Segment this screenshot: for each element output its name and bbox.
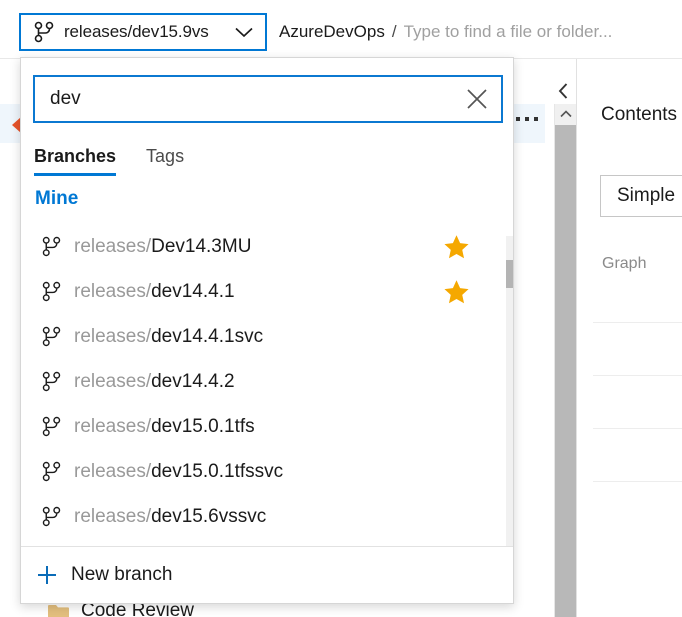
branch-name-match: dev14.4.2 <box>151 370 235 392</box>
branch-list: releases/Dev14.3MU releases/dev14.4.1 rele… <box>22 224 492 560</box>
branch-icon <box>34 21 54 43</box>
list-scroll-thumb[interactable] <box>506 260 513 288</box>
branch-name-prefix: releases/ <box>74 460 152 482</box>
branch-name: releases/dev14.4.1 <box>74 281 492 303</box>
branch-icon <box>42 506 61 527</box>
branch-name-match: dev15.0.1tfssvc <box>151 460 284 482</box>
branch-name: releases/dev14.4.2 <box>74 371 492 393</box>
branch-name-match: dev14.4.1svc <box>151 325 264 347</box>
branch-picker-label: releases/dev15.9vs <box>64 22 209 41</box>
graph-column-label: Graph <box>602 255 647 272</box>
branch-name-match: Dev14.3MU <box>151 235 252 257</box>
chevron-down-icon <box>235 27 253 38</box>
contents-divider <box>593 481 682 482</box>
branch-list-item[interactable]: releases/dev15.6vssvc <box>22 494 492 539</box>
branch-icon <box>42 326 61 347</box>
chevron-up-icon <box>560 110 572 118</box>
branch-list-item[interactable]: releases/dev15.0.1tfs <box>22 404 492 449</box>
contents-divider <box>593 428 682 429</box>
contents-divider <box>593 322 682 323</box>
branch-name: releases/dev14.4.1svc <box>74 326 492 348</box>
pane-divider <box>576 58 577 617</box>
branch-list-item[interactable]: releases/Dev14.3MU <box>22 224 492 269</box>
branch-name: releases/dev15.6vssvc <box>74 506 492 528</box>
row-more-actions-button[interactable] <box>516 117 538 121</box>
clear-search-button[interactable] <box>453 77 501 121</box>
branch-picker-button[interactable]: releases/dev15.9vs <box>19 13 267 51</box>
plus-icon <box>38 566 56 584</box>
branch-name-prefix: releases/ <box>74 370 152 392</box>
branch-icon <box>42 281 61 302</box>
branch-name-match: dev14.4.1 <box>151 280 235 302</box>
branch-list-item[interactable]: releases/dev14.4.2 <box>22 359 492 404</box>
new-branch-button[interactable]: New branch <box>21 546 513 603</box>
chevron-up-icon <box>512 248 513 250</box>
tab-branches[interactable]: Branches <box>34 146 117 176</box>
page-vertical-scrollbar[interactable] <box>554 104 577 617</box>
contents-divider <box>593 375 682 376</box>
branch-name-prefix: releases/ <box>74 280 152 302</box>
branch-name-prefix: releases/ <box>74 325 152 347</box>
branch-icon <box>42 416 61 437</box>
ellipsis-dot <box>516 117 520 121</box>
branch-name-match: dev15.0.1tfs <box>151 415 255 437</box>
page-scroll-up-button[interactable] <box>555 104 577 124</box>
branch-picker-screen: Contents Simple Graph Code Review releas… <box>0 0 682 617</box>
branch-list-item[interactable]: releases/dev14.4.1svc <box>22 314 492 359</box>
file-search-placeholder[interactable]: Type to find a file or folder... <box>404 22 613 42</box>
branch-icon <box>42 236 61 257</box>
new-branch-label: New branch <box>71 564 173 585</box>
list-scroll-up-button[interactable] <box>506 236 513 258</box>
breadcrumb[interactable]: AzureDevOps / Type to find a file or fol… <box>279 22 612 42</box>
branch-name: releases/dev15.0.1tfssvc <box>74 461 492 483</box>
simple-view-button[interactable]: Simple <box>600 175 682 217</box>
page-scroll-thumb[interactable] <box>555 125 577 617</box>
branch-list-item[interactable]: releases/dev14.4.1 <box>22 269 492 314</box>
branch-icon <box>42 371 61 392</box>
branch-name-match: dev15.6vssvc <box>151 505 267 527</box>
top-toolbar: releases/dev15.9vs AzureDevOps / Type to… <box>0 0 682 58</box>
branch-icon <box>42 461 61 482</box>
branch-list-item[interactable]: releases/dev15.0.1tfssvc <box>22 449 492 494</box>
collapse-panel-button[interactable] <box>552 80 574 102</box>
branch-name: releases/dev15.0.1tfs <box>74 416 492 438</box>
branch-tags-tabs: Branches Tags <box>34 138 214 176</box>
tab-tags[interactable]: Tags <box>146 146 184 176</box>
favorite-star-icon[interactable] <box>443 233 470 260</box>
ellipsis-dot <box>525 117 529 121</box>
branch-name-prefix: releases/ <box>74 505 152 527</box>
ellipsis-dot <box>534 117 538 121</box>
breadcrumb-separator: / <box>391 22 397 41</box>
branch-search-box[interactable] <box>33 75 503 123</box>
branch-name-prefix: releases/ <box>74 415 152 437</box>
close-icon <box>467 89 487 109</box>
chevron-left-icon <box>558 83 567 99</box>
contents-pane-title: Contents <box>601 104 678 125</box>
search-input[interactable] <box>35 77 453 121</box>
group-header-mine: Mine <box>35 188 79 209</box>
breadcrumb-root[interactable]: AzureDevOps <box>279 22 385 42</box>
branch-dropdown-panel: Branches Tags Mine releases/Dev14.3MUrel… <box>20 57 514 604</box>
branch-name: releases/Dev14.3MU <box>74 236 492 258</box>
branch-name-prefix: releases/ <box>74 235 152 257</box>
folder-icon <box>48 605 69 617</box>
favorite-star-icon[interactable] <box>443 278 470 305</box>
